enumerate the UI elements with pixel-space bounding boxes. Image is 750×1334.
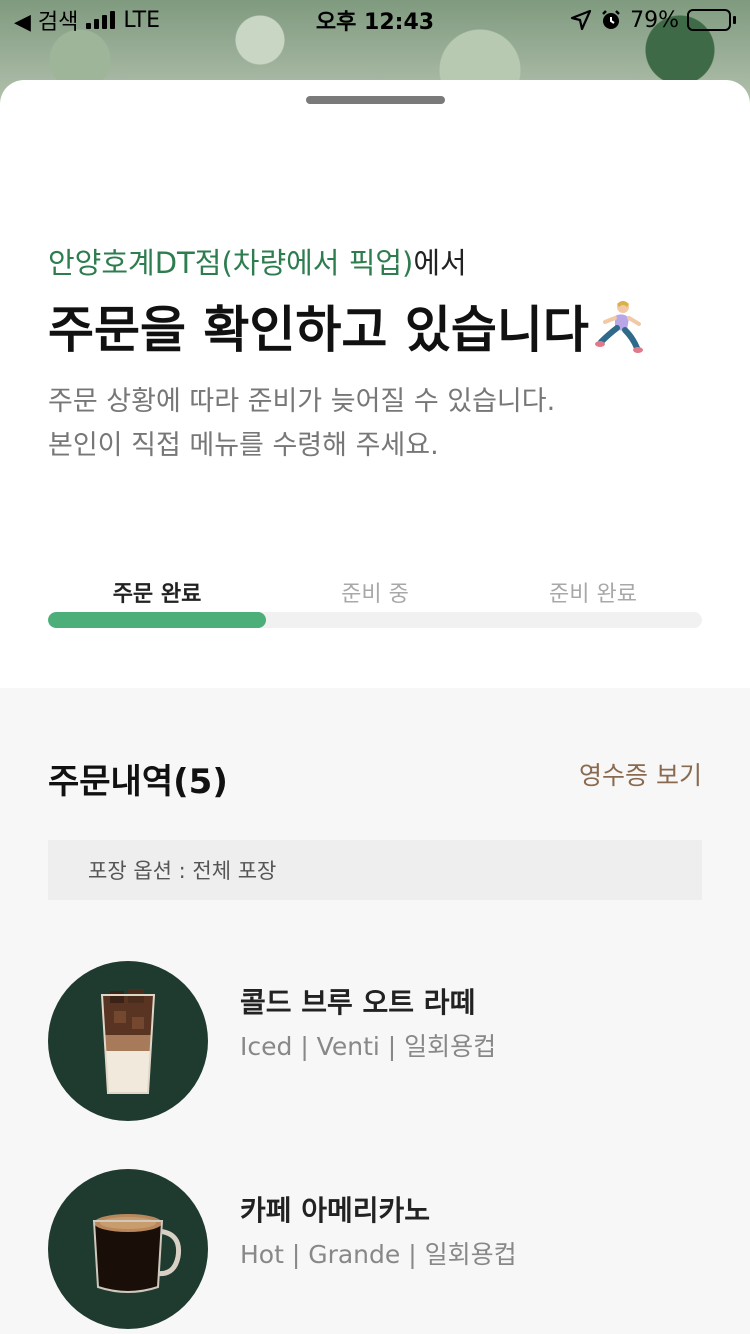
status-left: ◀ 검색 LTE xyxy=(14,4,160,36)
iced-latte-icon xyxy=(100,989,156,1094)
battery-icon xyxy=(687,9,736,31)
signal-icon xyxy=(86,11,116,29)
progress-track xyxy=(48,612,702,628)
step-ready: 준비 완료 xyxy=(549,582,637,607)
view-receipt-link[interactable]: 영수증 보기 xyxy=(579,756,702,792)
packaging-option: 포장 옵션 : 전체 포장 xyxy=(48,840,702,900)
order-history-title: 주문내역(5) xyxy=(48,762,228,802)
battery-percent: 79% xyxy=(630,7,679,33)
runner-icon xyxy=(594,301,643,353)
location-icon xyxy=(570,9,592,31)
progress-steps: 주문 완료 준비 중 준비 완료 xyxy=(48,576,702,608)
sheet-drag-handle[interactable] xyxy=(306,96,445,104)
list-item[interactable]: 카페 아메리카노 Hot | Grande | 일회용컵 xyxy=(48,1169,702,1329)
list-item[interactable]: 콜드 브루 오트 라떼 Iced | Venti | 일회용컵 xyxy=(48,961,702,1121)
product-image xyxy=(48,1169,208,1329)
store-line: 안양호계DT점(차량에서 픽업)에서 xyxy=(48,240,467,282)
order-status-sheet: 안양호계DT점(차량에서 픽업)에서 주문을 확인하고 있습니다 주문 상황에 … xyxy=(0,80,750,1334)
store-name: 안양호계DT점(차량에서 픽업) xyxy=(48,246,414,280)
order-history-section: 주문내역(5) 영수증 보기 포장 옵션 : 전체 포장 콜드 브루 오트 라떼… xyxy=(0,688,750,1334)
status-bar: ◀ 검색 LTE 오후 12:43 79% xyxy=(0,0,750,40)
order-notice: 주문 상황에 따라 준비가 늦어질 수 있습니다. 본인이 직접 메뉴를 수령해… xyxy=(48,380,555,468)
carrier-label: LTE xyxy=(123,7,160,33)
store-suffix: 에서 xyxy=(413,246,467,280)
hot-americano-icon xyxy=(92,1214,182,1293)
step-preparing: 준비 중 xyxy=(341,582,409,607)
headline-text: 주문을 확인하고 있습니다 xyxy=(48,301,589,359)
product-name: 콜드 브루 오트 라떼 xyxy=(240,986,476,1019)
status-right: 79% xyxy=(570,8,736,33)
notice-line: 본인이 직접 메뉴를 수령해 주세요. xyxy=(48,430,439,461)
step-ordered: 주문 완료 xyxy=(112,582,202,607)
product-image xyxy=(48,961,208,1121)
product-name: 카페 아메리카노 xyxy=(240,1194,431,1227)
alarm-icon xyxy=(602,10,620,29)
back-to-search[interactable]: ◀ 검색 xyxy=(14,4,78,36)
packaging-text: 포장 옵션 : 전체 포장 xyxy=(88,859,277,883)
product-options: Hot | Grande | 일회용컵 xyxy=(240,1240,517,1269)
page-title: 주문을 확인하고 있습니다 xyxy=(48,290,645,362)
progress-bar xyxy=(48,612,266,628)
product-options: Iced | Venti | 일회용컵 xyxy=(240,1032,497,1061)
notice-line: 주문 상황에 따라 준비가 늦어질 수 있습니다. xyxy=(48,386,556,417)
